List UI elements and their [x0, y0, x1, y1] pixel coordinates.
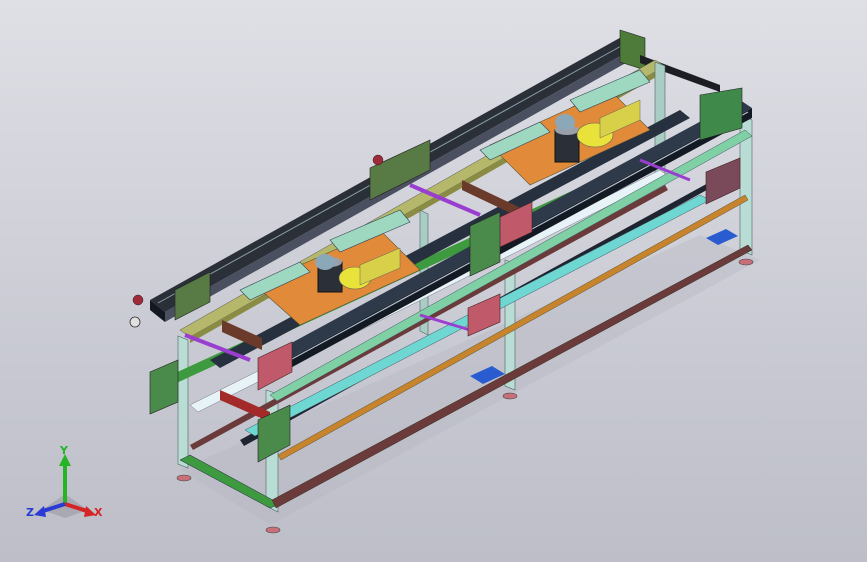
cad-3d-viewport[interactable]: [0, 0, 867, 562]
y-axis-label: Y: [59, 446, 69, 457]
coordinate-triad[interactable]: Y X Z: [22, 446, 108, 526]
y-axis-arrow: [59, 454, 71, 504]
z-axis-label: Z: [26, 506, 34, 519]
x-axis-label: X: [94, 506, 103, 519]
